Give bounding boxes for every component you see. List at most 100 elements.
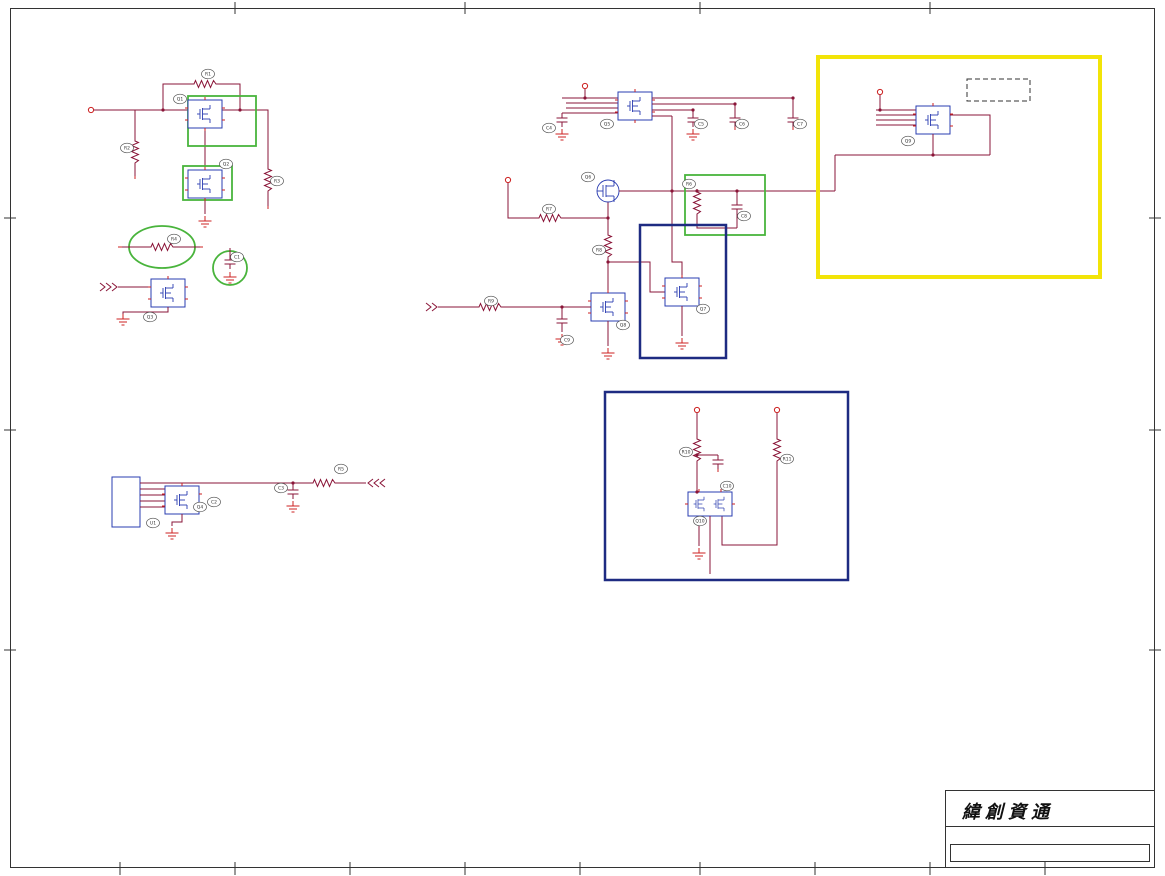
mosfet-component: [588, 290, 628, 324]
ref-designator: C3: [274, 482, 288, 494]
svg-text:C9: C9: [564, 338, 570, 344]
power-terminal: [87, 106, 95, 114]
transistor-circle: [596, 179, 620, 203]
ref-designator: R2: [120, 142, 134, 154]
ref-designator: R1: [201, 68, 215, 80]
mosfet-component: [185, 97, 225, 131]
svg-text:Q4: Q4: [197, 505, 204, 511]
svg-text:R7: R7: [546, 207, 552, 213]
schematic-canvas: R1 Q1 R2 Q2 R3 R4 C1 Q3 U1 Q4 C2 C3 R5 Q5 C4 C5 C6 C7 Q6 R6…: [4, 2, 1161, 875]
svg-text:C10: C10: [723, 484, 732, 490]
capacitor: [556, 313, 568, 329]
ref-designator: Q4: [193, 501, 207, 513]
circuit-block-top-middle: [555, 82, 799, 141]
ground-symbol: [692, 547, 706, 560]
ground-symbol: [601, 347, 615, 360]
svg-text:C1: C1: [234, 255, 240, 261]
svg-text:Q2: Q2: [223, 162, 230, 168]
power-terminal: [773, 406, 781, 414]
ground-symbol: [686, 128, 700, 141]
ground-symbol: [198, 215, 212, 228]
ground-symbol: [675, 337, 689, 350]
input-port-chevrons: [425, 302, 438, 312]
ref-designator: Q6: [581, 171, 595, 183]
ground-symbol: [286, 500, 300, 513]
ground-symbol: [165, 527, 179, 540]
svg-text:Q9: Q9: [905, 139, 912, 145]
ref-designator: U1: [146, 517, 160, 529]
ref-designator: C8: [737, 210, 751, 222]
resistor: [604, 231, 612, 261]
svg-text:Q3: Q3: [147, 315, 154, 321]
svg-text:C8: C8: [741, 214, 747, 220]
ref-designator: C6: [735, 118, 749, 130]
resistor: [190, 80, 220, 88]
ref-designator: Q7: [696, 303, 710, 315]
ref-designator: R3: [270, 175, 284, 187]
svg-text:Q10: Q10: [695, 519, 704, 525]
mosfet-component: [662, 275, 702, 309]
power-terminal: [504, 176, 512, 184]
svg-text:R9: R9: [488, 299, 494, 305]
svg-text:Q6: Q6: [585, 175, 592, 181]
ref-designator: Q3: [143, 311, 157, 323]
svg-text:R1: R1: [205, 72, 211, 78]
mosfet-component: [913, 103, 953, 137]
svg-text:R3: R3: [274, 179, 280, 185]
ref-designator: R5: [334, 463, 348, 475]
power-terminal: [581, 82, 589, 90]
svg-text:C3: C3: [278, 486, 284, 492]
output-port-chevrons: [367, 478, 386, 488]
sheet-border-frame: [4, 2, 1161, 875]
power-terminal: [876, 88, 884, 96]
capacitor: [712, 454, 724, 470]
ref-designator: R6: [682, 178, 696, 190]
ground-symbol: [555, 128, 569, 141]
ref-designator: C5: [694, 118, 708, 130]
svg-text:R8: R8: [596, 248, 602, 254]
dashed-note-box: [966, 78, 1031, 102]
svg-text:R10: R10: [682, 450, 691, 456]
ref-designator: R9: [484, 295, 498, 307]
ref-designator: C10: [720, 480, 734, 492]
svg-text:C5: C5: [698, 122, 704, 128]
ref-designator: C9: [560, 334, 574, 346]
resistor: [693, 435, 701, 465]
ref-designator: Q5: [600, 118, 614, 130]
ref-designator: Q2: [219, 158, 233, 170]
mosfet-component: [148, 276, 188, 310]
company-name: 緯創資通: [961, 802, 1054, 823]
ground-symbol: [116, 313, 130, 326]
ref-designator: C4: [542, 122, 556, 134]
ref-designator: C1: [230, 251, 244, 263]
ref-designator: Q10: [693, 515, 707, 527]
designator-layer: R1 Q1 R2 Q2 R3 R4 C1 Q3 U1 Q4 C2 C3 R5 Q5 C4 C5 C6 C7 Q6 R6…: [120, 68, 915, 529]
ref-designator: Q1: [173, 93, 187, 105]
ref-designator: C2: [207, 496, 221, 508]
resistor: [131, 137, 139, 167]
circuit-block-middle: [425, 116, 835, 360]
capacitor: [287, 484, 299, 500]
ref-designator: R10: [679, 446, 693, 458]
ref-designator: R11: [780, 453, 794, 465]
mosfet-component: [185, 167, 225, 201]
svg-text:U1: U1: [150, 521, 156, 527]
connector-component: [111, 476, 141, 528]
svg-text:Q5: Q5: [604, 122, 611, 128]
svg-text:R11: R11: [783, 457, 792, 463]
resistor: [147, 243, 177, 251]
svg-text:Q1: Q1: [177, 97, 184, 103]
highlight-yellow-region: [816, 55, 1102, 279]
ref-designator: R7: [542, 203, 556, 215]
svg-text:Q8: Q8: [620, 323, 627, 329]
svg-text:C2: C2: [211, 500, 217, 506]
svg-text:R5: R5: [338, 467, 344, 473]
svg-text:R6: R6: [686, 182, 692, 188]
highlight-yellow-box: [816, 55, 1102, 279]
circuit-block-bottom-left: [111, 476, 386, 540]
resistor: [309, 479, 339, 487]
input-port-chevrons: [99, 282, 118, 292]
ref-designator: Q9: [901, 135, 915, 147]
resistor: [535, 214, 565, 222]
mosfet-component: [162, 483, 202, 517]
